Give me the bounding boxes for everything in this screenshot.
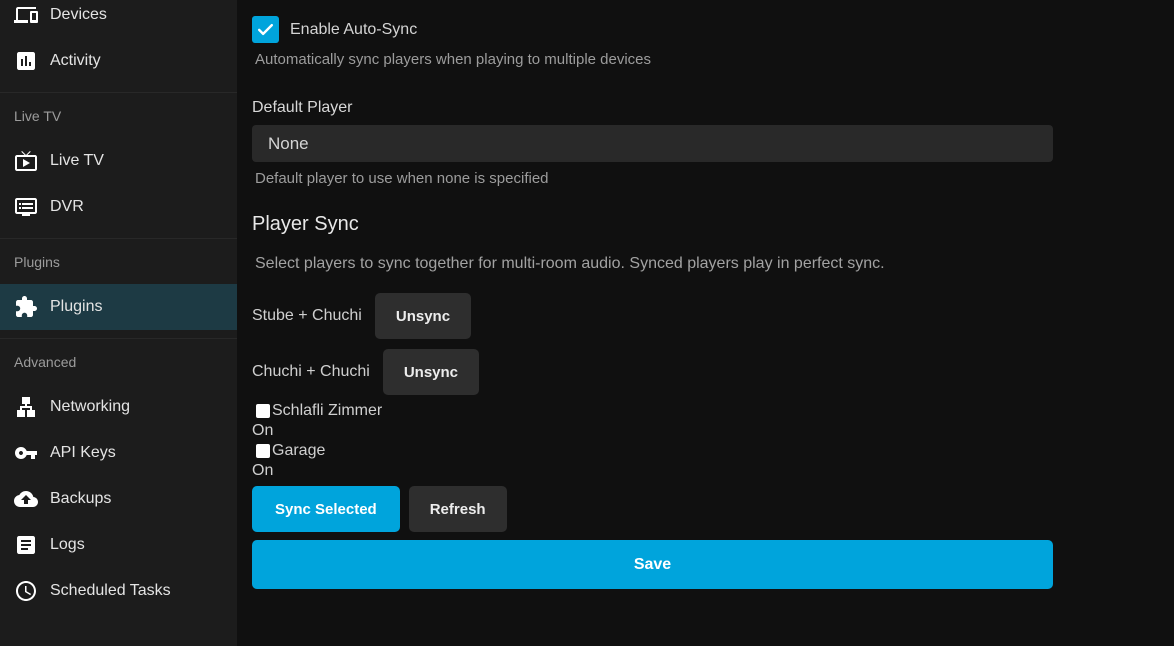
live-tv-icon bbox=[14, 149, 38, 173]
player-sync-title: Player Sync bbox=[252, 213, 1053, 236]
sidebar-item-live-tv[interactable]: Live TV bbox=[0, 138, 237, 184]
player-status: On bbox=[252, 421, 1053, 441]
sidebar-item-logs[interactable]: Logs bbox=[0, 522, 237, 568]
sidebar-item-dvr[interactable]: DVR bbox=[0, 184, 237, 230]
player-list: Schlafli Zimmer On Garage On bbox=[252, 401, 1053, 481]
player-checkbox[interactable] bbox=[256, 404, 270, 418]
player-row: Garage bbox=[252, 441, 1053, 461]
sidebar-item-networking[interactable]: Networking bbox=[0, 384, 237, 430]
sidebar-item-label: API Keys bbox=[50, 444, 116, 462]
sidebar-item-scheduled-tasks[interactable]: Scheduled Tasks bbox=[0, 568, 237, 614]
key-icon bbox=[14, 441, 38, 465]
sidebar-section-plugins: Plugins bbox=[0, 239, 237, 284]
sidebar-item-api-keys[interactable]: API Keys bbox=[0, 430, 237, 476]
default-player-label: Default Player bbox=[252, 99, 1053, 117]
backup-icon bbox=[14, 487, 38, 511]
auto-sync-description: Automatically sync players when playing … bbox=[255, 51, 1053, 68]
networking-icon bbox=[14, 395, 38, 419]
default-player-value: None bbox=[268, 134, 309, 154]
sidebar-item-label: Live TV bbox=[50, 152, 104, 170]
sidebar-section-live-tv: Live TV bbox=[0, 93, 237, 138]
auto-sync-label: Enable Auto-Sync bbox=[290, 21, 417, 39]
sidebar-item-label: Activity bbox=[50, 52, 101, 70]
sidebar-item-label: Networking bbox=[50, 398, 130, 416]
sync-group-name: Chuchi + Chuchi bbox=[252, 363, 370, 381]
sidebar-item-label: DVR bbox=[50, 198, 84, 216]
sync-actions: Sync Selected Refresh bbox=[252, 486, 1053, 532]
clock-icon bbox=[14, 579, 38, 603]
plugins-icon bbox=[14, 295, 38, 319]
sync-group-name: Stube + Chuchi bbox=[252, 307, 362, 325]
unsync-button[interactable]: Unsync bbox=[383, 349, 479, 395]
sidebar-item-plugins[interactable]: Plugins bbox=[0, 284, 237, 330]
sync-selected-button[interactable]: Sync Selected bbox=[252, 486, 400, 532]
activity-icon bbox=[14, 49, 38, 73]
logs-icon bbox=[14, 533, 38, 557]
sync-group-row: Chuchi + Chuchi Unsync bbox=[252, 349, 1053, 395]
dvr-icon bbox=[14, 195, 38, 219]
auto-sync-checkbox[interactable] bbox=[252, 16, 279, 43]
player-row: Schlafli Zimmer bbox=[252, 401, 1053, 421]
default-player-description: Default player to use when none is speci… bbox=[255, 170, 1053, 187]
sidebar-item-label: Logs bbox=[50, 536, 85, 554]
sidebar-item-label: Plugins bbox=[50, 298, 102, 316]
unsync-button[interactable]: Unsync bbox=[375, 293, 471, 339]
sync-group-row: Stube + Chuchi Unsync bbox=[252, 293, 1053, 339]
default-player-select[interactable]: None bbox=[252, 125, 1053, 162]
refresh-button[interactable]: Refresh bbox=[409, 486, 507, 532]
devices-icon bbox=[14, 3, 38, 27]
save-button[interactable]: Save bbox=[252, 540, 1053, 589]
sidebar-item-label: Devices bbox=[50, 6, 107, 24]
player-status: On bbox=[252, 461, 1053, 481]
sidebar-section-advanced: Advanced bbox=[0, 339, 237, 384]
player-name: Garage bbox=[272, 441, 325, 461]
player-name: Schlafli Zimmer bbox=[272, 401, 382, 421]
sidebar-item-devices[interactable]: Devices bbox=[0, 0, 237, 38]
sidebar-item-label: Backups bbox=[50, 490, 111, 508]
auto-sync-checkbox-row: Enable Auto-Sync bbox=[252, 16, 1053, 43]
settings-page: Enable Auto-Sync Automatically sync play… bbox=[237, 0, 1174, 646]
sidebar-item-backups[interactable]: Backups bbox=[0, 476, 237, 522]
player-sync-description: Select players to sync together for mult… bbox=[255, 255, 1053, 273]
player-checkbox[interactable] bbox=[256, 444, 270, 458]
sidebar-item-activity[interactable]: Activity bbox=[0, 38, 237, 84]
sidebar-item-label: Scheduled Tasks bbox=[50, 582, 171, 600]
sidebar: Devices Activity Live TV Live TV DVR Plu… bbox=[0, 0, 237, 646]
